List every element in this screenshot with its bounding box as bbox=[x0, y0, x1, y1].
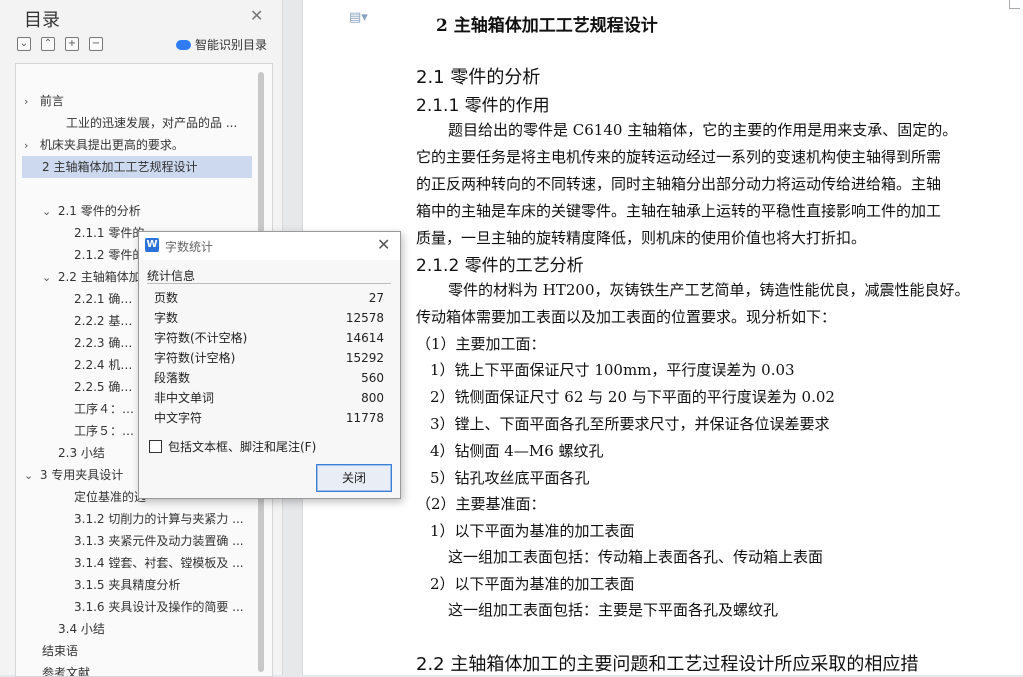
expand-all-icon[interactable]: ⌃ bbox=[41, 37, 55, 51]
toc-item[interactable]: 2.2.4 机械加 bbox=[74, 354, 144, 376]
toc-item[interactable]: 2.2.2 基面的 bbox=[74, 310, 144, 332]
toc-item[interactable]: ⌄ 2.2 主轴箱体加 bbox=[42, 266, 146, 288]
stat-row: 中文字符 11778 bbox=[154, 411, 384, 425]
smart-toc-label: 智能识别目录 bbox=[195, 38, 268, 52]
toc-item[interactable]: › 前言 bbox=[24, 90, 256, 112]
list-heading: （1）主要加工面： bbox=[416, 335, 546, 353]
checkbox-label: 包括文本框、脚注和尾注(F) bbox=[168, 440, 317, 454]
document-icon[interactable]: ▤▾ bbox=[349, 10, 368, 25]
toc-item[interactable]: 3.1.3 夹紧元件及动力装置确 ... bbox=[74, 530, 244, 552]
list-item: 4）钻侧面 4—M6 螺纹孔 bbox=[430, 442, 604, 460]
toc-item[interactable]: 2.3 小结 bbox=[58, 442, 128, 464]
stat-row: 段落数 560 bbox=[154, 371, 384, 385]
toc-item[interactable]: › 机床夹具提出更高的要求。 bbox=[24, 134, 256, 156]
paragraph-line: 箱中的主轴是车床的关键零件。主轴在轴承上运转的平稳性直接影响工件的加工 bbox=[416, 202, 942, 220]
toc-item[interactable]: 3.1.4 镗套、衬套、镗模板及 ... bbox=[74, 552, 244, 574]
toc-title: 目录 bbox=[24, 10, 60, 31]
paragraph-line: 题目给出的零件是 C6140 主轴箱体，它的主要的作用是用来支承、固定的。 bbox=[448, 121, 958, 139]
close-button[interactable]: 关闭 bbox=[316, 464, 392, 492]
toc-item[interactable]: 2.2.5 确定切 bbox=[74, 376, 144, 398]
toc-item[interactable]: 2.2.3 确定工 bbox=[74, 332, 144, 354]
list-item: 3）镗上、下面平面各孔至所要求尺寸，并保证各位误差要求 bbox=[430, 415, 830, 433]
stat-row: 字符数(不计空格) 14614 bbox=[154, 331, 384, 345]
stat-row: 非中文单词 800 bbox=[154, 391, 384, 405]
smart-toc-button[interactable]: 智能识别目录 bbox=[176, 36, 267, 53]
wps-logo-icon: W bbox=[145, 238, 159, 252]
list-item: 2）以下平面为基准的加工表面 bbox=[430, 575, 635, 593]
toc-item[interactable]: 结束语 bbox=[42, 640, 122, 662]
stats-section-title: 统计信息 bbox=[147, 269, 196, 283]
list-heading: （2）主要基准面： bbox=[416, 495, 546, 513]
toc-item[interactable]: 工序５：粗铣 bbox=[74, 420, 144, 442]
list-item: 1）以下平面为基准的加工表面 bbox=[430, 522, 635, 540]
dialog-close-icon[interactable]: ✕ bbox=[377, 235, 390, 254]
section-divider bbox=[147, 283, 391, 284]
paragraph-line: 零件的材料为 HT200，灰铸铁生产工艺简单，铸造性能优良，减震性能良好。 bbox=[448, 281, 970, 299]
toc-toolbar: ⌄ ⌃ + − bbox=[17, 37, 103, 51]
paragraph-line: 质量，一旦主轴的旋转精度降低，则机床的使用价值也将大打折扣。 bbox=[416, 229, 867, 247]
paragraph-line: 的正反两种转向的不同转速，同时主轴箱分出部分动力将运动传给进给箱。主轴 bbox=[416, 175, 942, 193]
word-count-dialog: W 字数统计 ✕ 统计信息 页数 27 字数 12578 字符数(不计空格) 1461… bbox=[138, 231, 401, 499]
paragraph-line: 它的主要任务是将主电机传来的旋转运动经过一系列的变速机构使主轴得到所需 bbox=[416, 148, 942, 166]
chapter-title: 2 主轴箱体加工工艺规程设计 bbox=[436, 16, 658, 36]
list-item: 1）铣上下平面保证尺寸 100mm，平行度误差为 0.03 bbox=[430, 361, 795, 379]
toc-item[interactable]: 工业的迅速发展，对产品的品 ... bbox=[66, 112, 246, 134]
dialog-title: 字数统计 bbox=[165, 240, 214, 254]
paragraph-line: 这一组加工表面包括：传动箱上表面各孔、传动箱上表面 bbox=[448, 548, 824, 566]
add-heading-icon[interactable]: + bbox=[65, 37, 79, 51]
close-icon[interactable]: ✕ bbox=[250, 6, 263, 25]
remove-heading-icon[interactable]: − bbox=[89, 37, 103, 51]
list-item: 5）钻孔攻丝底平面各孔 bbox=[430, 469, 590, 487]
stat-row: 字符数(计空格) 15292 bbox=[154, 351, 384, 365]
paragraph-line: 这一组加工表面包括：主要是下平面各孔及螺纹孔 bbox=[448, 601, 779, 619]
list-item: 2）铣侧面保证尺寸 62 与 20 与下平面的平行度误差为 0.02 bbox=[430, 388, 835, 406]
toc-item[interactable]: 3.1.2 切削力的计算与夹紧力 ... bbox=[74, 508, 244, 530]
include-textbox-checkbox[interactable]: 包括文本框、脚注和尾注(F) bbox=[149, 438, 316, 455]
heading-2-1-1: 2.1.1 零件的作用 bbox=[416, 96, 550, 116]
toc-item[interactable]: 2.2.1 确定毛 bbox=[74, 288, 144, 310]
stat-row: 字数 12578 bbox=[154, 311, 384, 325]
toc-item[interactable]: ⌄ 2.1 零件的分析 bbox=[42, 200, 272, 222]
toc-item[interactable]: 3.1.5 夹具精度分析 bbox=[74, 574, 244, 596]
toc-item-active[interactable]: 2 主轴箱体加工工艺规程设计 bbox=[22, 156, 252, 178]
toc-item[interactable]: 工序４：粗铣 bbox=[74, 398, 144, 420]
collapse-all-icon[interactable]: ⌄ bbox=[17, 37, 31, 51]
toc-item[interactable]: 3.4 小结 bbox=[58, 618, 138, 640]
cloud-icon bbox=[176, 39, 191, 50]
heading-2-1: 2.1 零件的分析 bbox=[416, 67, 541, 88]
stat-row: 页数 27 bbox=[154, 291, 384, 305]
checkbox-box[interactable] bbox=[149, 440, 162, 453]
document-page: ▤▾ 2 主轴箱体加工工艺规程设计 2.1 零件的分析 2.1.1 零件的作用 … bbox=[302, 0, 1023, 675]
toc-item[interactable]: 3.1.6 夹具设计及操作的简要 ... bbox=[74, 596, 244, 618]
page-corner-mark bbox=[1009, 0, 1020, 9]
heading-2-1-2: 2.1.2 零件的工艺分析 bbox=[416, 256, 584, 276]
dialog-titlebar[interactable]: W 字数统计 ✕ bbox=[139, 232, 400, 260]
paragraph-line: 传动箱体需要加工表面以及加工表面的位置要求。现分析如下： bbox=[416, 308, 837, 326]
heading-2-2: 2.2 主轴箱体加工的主要问题和工艺过程设计所应采取的相应措 bbox=[416, 654, 919, 675]
